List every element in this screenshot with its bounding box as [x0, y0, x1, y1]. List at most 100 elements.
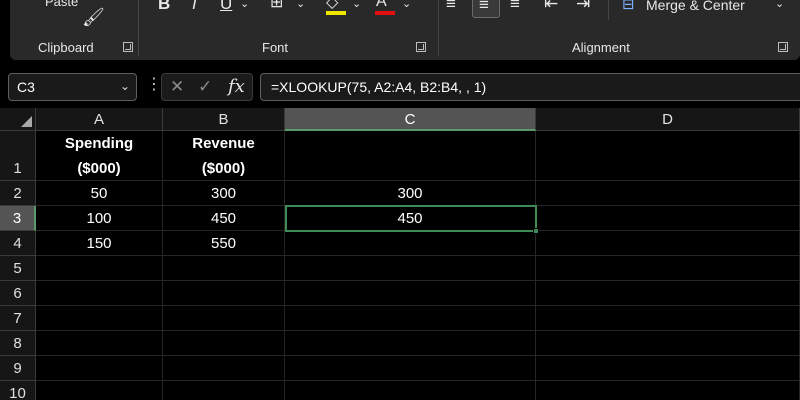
font-color-swatch: [375, 11, 395, 15]
formula-controls: ✕ ✓ fx: [161, 73, 253, 101]
cell-c4[interactable]: [285, 231, 536, 256]
cell-c2[interactable]: 300: [285, 181, 536, 206]
cell-c1[interactable]: [285, 131, 536, 181]
cell-c5[interactable]: [285, 256, 536, 281]
cell-d10[interactable]: [536, 381, 800, 400]
ribbon-divider: [438, 0, 439, 56]
bold-button[interactable]: B: [158, 0, 170, 12]
increase-indent-icon[interactable]: ⇥: [576, 0, 590, 12]
cell-b2[interactable]: 300: [163, 181, 285, 206]
ribbon: Paste 🖌 Clipboard B I U ⌄ ⊞ ⌄ ◇ ⌄ A ⌄ Fo…: [10, 0, 800, 60]
cell-b7[interactable]: [163, 306, 285, 331]
cell-b3[interactable]: 450: [163, 206, 285, 231]
fill-color-swatch: [326, 11, 346, 15]
cell-d4[interactable]: [536, 231, 800, 256]
row-header-2[interactable]: 2: [0, 181, 36, 206]
clipboard-group-label: Clipboard: [38, 40, 94, 55]
cell-d6[interactable]: [536, 281, 800, 306]
select-all-corner[interactable]: [0, 108, 36, 131]
font-launcher-icon[interactable]: [416, 42, 426, 52]
cell-b5[interactable]: [163, 256, 285, 281]
cell-c8[interactable]: [285, 331, 536, 356]
row-header-6[interactable]: 6: [0, 281, 36, 306]
cell-a9[interactable]: [36, 356, 163, 381]
cell-c9[interactable]: [285, 356, 536, 381]
ribbon-divider: [608, 0, 609, 20]
align-center-icon: ≡: [479, 0, 489, 14]
cell-b4[interactable]: 550: [163, 231, 285, 256]
row-header-3[interactable]: 3: [0, 206, 36, 231]
chevron-down-icon[interactable]: ⌄: [120, 79, 130, 93]
fill-color-dropdown-icon[interactable]: ⌄: [352, 0, 361, 10]
cell-c6[interactable]: [285, 281, 536, 306]
insert-function-icon[interactable]: fx: [228, 76, 245, 97]
paste-button[interactable]: Paste: [45, 0, 78, 9]
alignment-launcher-icon[interactable]: [778, 42, 788, 52]
merge-dropdown-icon[interactable]: ⌄: [775, 0, 784, 10]
cell-d1[interactable]: [536, 131, 800, 181]
format-painter-icon[interactable]: 🖌: [82, 8, 105, 26]
name-box[interactable]: C3 ⌄: [8, 73, 137, 101]
cell-d2[interactable]: [536, 181, 800, 206]
row-header-4[interactable]: 4: [0, 231, 36, 256]
cell-b1[interactable]: Revenue ($000): [163, 131, 285, 181]
cell-a6[interactable]: [36, 281, 163, 306]
underline-button[interactable]: U: [220, 0, 232, 12]
cell-d7[interactable]: [536, 306, 800, 331]
column-header-a[interactable]: A: [36, 108, 163, 131]
row-header-7[interactable]: 7: [0, 306, 36, 331]
cell-d8[interactable]: [536, 331, 800, 356]
underline-dropdown-icon[interactable]: ⌄: [240, 0, 249, 10]
spreadsheet-grid: A B C D 1 2 3 4 5 6 7 8 9 10 Spending ($…: [0, 108, 800, 400]
align-left-icon[interactable]: ≡: [446, 0, 456, 12]
enter-icon[interactable]: ✓: [198, 77, 212, 97]
fill-color-icon[interactable]: ◇: [326, 0, 338, 11]
more-options-icon[interactable]: ⋮: [146, 77, 162, 93]
borders-dropdown-icon[interactable]: ⌄: [296, 0, 305, 10]
cell-b9[interactable]: [163, 356, 285, 381]
column-header-c[interactable]: C: [285, 108, 536, 131]
row-header-5[interactable]: 5: [0, 256, 36, 281]
row-header-1[interactable]: 1: [0, 131, 36, 181]
alignment-group-label: Alignment: [572, 40, 630, 55]
cancel-icon[interactable]: ✕: [170, 77, 184, 97]
cell-a3[interactable]: 100: [36, 206, 163, 231]
font-color-dropdown-icon[interactable]: ⌄: [402, 0, 411, 10]
clipboard-launcher-icon[interactable]: [123, 42, 133, 52]
cell-d3[interactable]: [536, 206, 800, 231]
cell-a1[interactable]: Spending ($000): [36, 131, 163, 181]
cell-a8[interactable]: [36, 331, 163, 356]
merge-center-icon[interactable]: ⊟: [622, 0, 635, 12]
font-color-button[interactable]: A: [376, 0, 387, 10]
cell-b1-line1: Revenue: [192, 135, 255, 152]
cell-c10[interactable]: [285, 381, 536, 400]
cell-b8[interactable]: [163, 331, 285, 356]
cell-b6[interactable]: [163, 281, 285, 306]
borders-icon[interactable]: ⊞: [270, 0, 283, 11]
row-header-9[interactable]: 9: [0, 356, 36, 381]
align-right-icon[interactable]: ≡: [510, 0, 520, 12]
cell-d5[interactable]: [536, 256, 800, 281]
font-group-label: Font: [262, 40, 289, 55]
cell-a4[interactable]: 150: [36, 231, 163, 256]
cell-b1-line2: ($000): [201, 160, 246, 177]
column-header-d[interactable]: D: [536, 108, 800, 131]
cell-a10[interactable]: [36, 381, 163, 400]
italic-button[interactable]: I: [192, 0, 197, 12]
align-center-button[interactable]: ≡: [472, 0, 500, 18]
name-box-value: C3: [17, 79, 35, 95]
fill-handle[interactable]: [533, 228, 539, 234]
row-header-8[interactable]: 8: [0, 331, 36, 356]
formula-input[interactable]: =XLOOKUP(75, A2:A4, B2:B4, , 1): [260, 73, 800, 101]
cell-b10[interactable]: [163, 381, 285, 400]
row-header-10[interactable]: 10: [0, 381, 36, 400]
cell-a7[interactable]: [36, 306, 163, 331]
cell-d9[interactable]: [536, 356, 800, 381]
cell-a2[interactable]: 50: [36, 181, 163, 206]
merge-center-button[interactable]: Merge & Center: [646, 0, 745, 13]
cell-a5[interactable]: [36, 256, 163, 281]
cell-c7[interactable]: [285, 306, 536, 331]
cell-a1-line1: Spending: [64, 135, 134, 152]
decrease-indent-icon[interactable]: ⇤: [544, 0, 558, 12]
column-header-b[interactable]: B: [163, 108, 285, 131]
